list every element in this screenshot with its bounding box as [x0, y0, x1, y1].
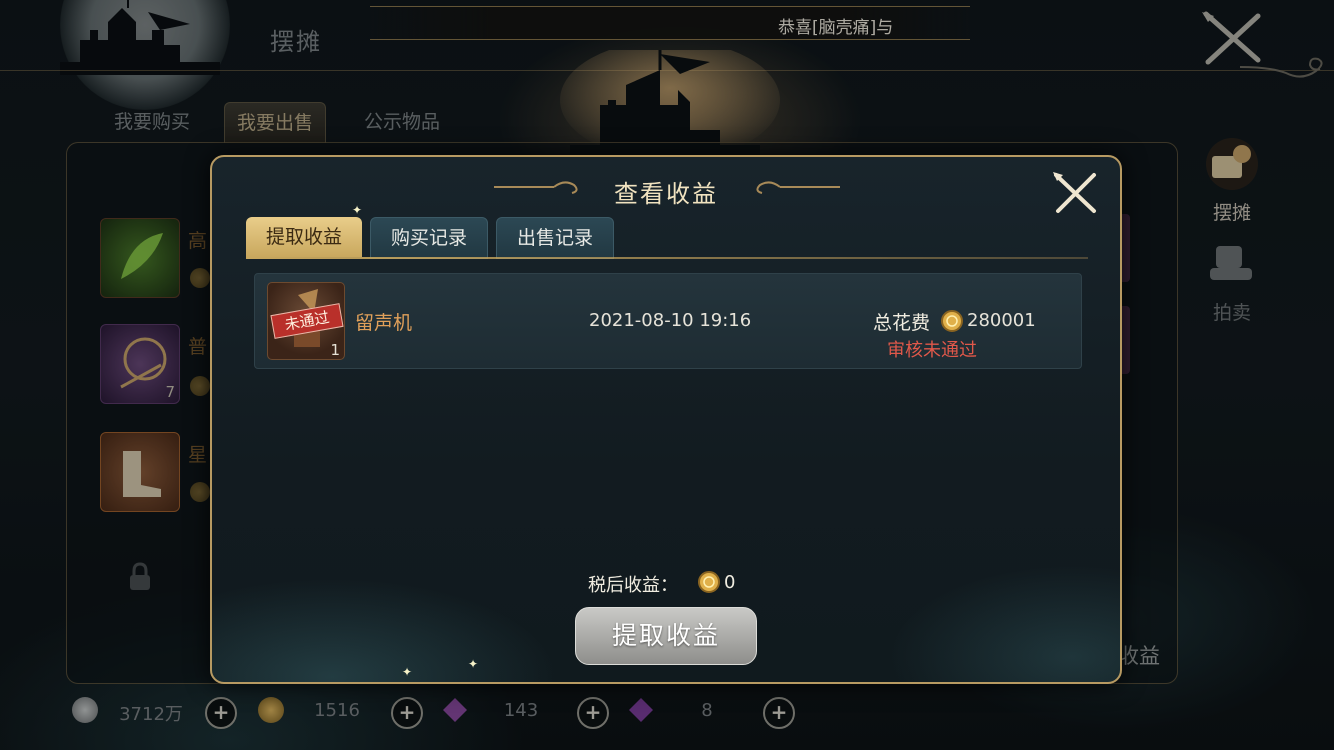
total-cost-label: 总花费: [873, 312, 931, 334]
tab-divider: [246, 257, 1088, 259]
withdraw-revenue-button[interactable]: 提取收益: [575, 607, 757, 665]
item-icon: 未通过 1: [267, 282, 345, 360]
gold-coin-icon: [698, 571, 720, 593]
tab-sale-records[interactable]: 出售记录: [496, 217, 614, 259]
ornament-right-icon: [756, 181, 840, 194]
total-cost-value: 280001: [967, 310, 1036, 331]
sparkle-icon: ✦: [352, 203, 363, 217]
sparkle-icon: ✦: [468, 657, 479, 671]
after-tax-label: 税后收益：: [588, 575, 678, 596]
review-status: 审核未通过: [887, 340, 977, 361]
dialog-title: 查看收益: [614, 180, 718, 208]
close-icon[interactable]: [1052, 171, 1098, 215]
after-tax-value: 0: [724, 572, 736, 593]
item-name: 留声机: [355, 312, 413, 334]
item-quantity: 1: [330, 341, 340, 359]
revenue-dialog: 查看收益 提取收益 购买记录 出售记录 未通过 1 留声机 2021-08-10…: [210, 155, 1122, 684]
tab-withdraw-revenue[interactable]: 提取收益: [246, 217, 362, 257]
tab-purchase-records[interactable]: 购买记录: [370, 217, 488, 259]
gold-coin-icon: [941, 310, 963, 332]
sparkle-icon: ✦: [402, 665, 413, 679]
record-row[interactable]: 未通过 1 留声机 2021-08-10 19:16 总花费 280001 审核…: [254, 273, 1082, 369]
record-time: 2021-08-10 19:16: [589, 310, 752, 331]
